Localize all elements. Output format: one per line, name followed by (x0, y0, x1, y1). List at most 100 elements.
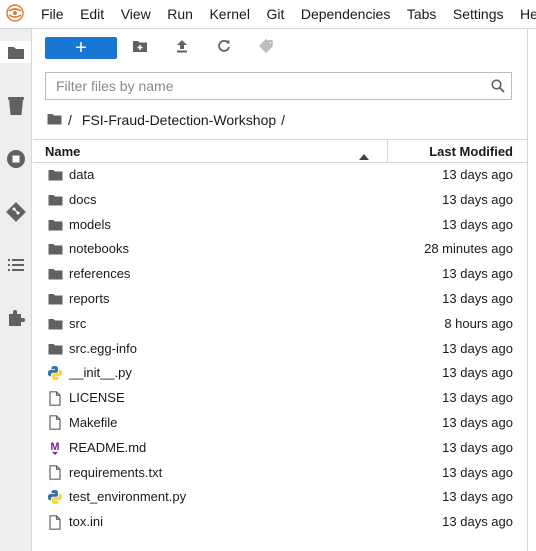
menu-bar: File Edit View Run Kernel Git Dependencies Tabs… (0, 0, 536, 29)
stop-icon (6, 149, 26, 169)
file-name: src (69, 315, 87, 331)
folder-icon (47, 291, 63, 307)
file-name: models (69, 216, 111, 232)
toc-icon (7, 257, 25, 273)
breadcrumb-trailing-separator: / (281, 112, 286, 128)
git-tab[interactable] (5, 201, 27, 223)
file-row[interactable]: Makefile 13 days ago (33, 411, 527, 436)
running-tab[interactable] (5, 95, 27, 117)
file-name: docs (69, 191, 97, 207)
file-name: src.egg-info (69, 340, 137, 356)
refresh-icon (217, 39, 231, 58)
file-icon (47, 415, 63, 431)
file-row[interactable]: models 13 days ago (33, 213, 527, 238)
toc-tab[interactable] (5, 254, 27, 276)
file-row[interactable]: reports 13 days ago (33, 287, 527, 312)
file-name: data (69, 167, 95, 182)
file-last-modified: 13 days ago (442, 290, 513, 306)
column-divider[interactable] (387, 140, 388, 162)
file-last-modified: 13 days ago (442, 167, 513, 182)
git-clone-icon (258, 38, 274, 59)
file-row[interactable]: references 13 days ago (33, 262, 527, 287)
activity-bar (0, 29, 32, 551)
sort-ascending-icon[interactable] (359, 148, 369, 163)
folder-icon (47, 266, 63, 282)
file-name: reports (69, 290, 110, 306)
file-name: references (69, 266, 131, 282)
filter-files-input[interactable] (56, 77, 476, 95)
file-name: test_environment.py (69, 489, 187, 505)
breadcrumb: / FSI-Fraud-Detection-Workshop / (47, 111, 285, 129)
file-row[interactable]: test_environment.py 13 days ago (33, 485, 527, 510)
file-name: __init__.py (69, 365, 132, 381)
file-last-modified: 13 days ago (442, 266, 513, 282)
file-last-modified: 13 days ago (442, 340, 513, 356)
menu-he[interactable]: He (520, 6, 536, 22)
file-row[interactable]: src 8 hours ago (33, 312, 527, 337)
upload-icon (175, 39, 189, 58)
file-name: requirements.txt (69, 464, 163, 480)
plus-label: + (75, 37, 87, 59)
menu-run[interactable]: Run (167, 6, 193, 22)
home-folder-icon[interactable] (47, 112, 62, 128)
menu-file[interactable]: File (41, 6, 64, 22)
last-modified-column-header[interactable]: Last Modified (429, 144, 513, 159)
file-row[interactable]: __init__.py 13 days ago (33, 361, 527, 386)
jupyter-logo-icon[interactable] (6, 4, 24, 22)
markdown-icon: M (47, 440, 63, 456)
menu-settings[interactable]: Settings (453, 6, 504, 22)
name-column-header[interactable]: Name (45, 144, 80, 159)
file-row[interactable]: requirements.txt 13 days ago (33, 461, 527, 486)
stop-tab[interactable] (5, 148, 27, 170)
extension-tab[interactable] (5, 307, 27, 329)
file-row[interactable]: notebooks 28 minutes ago (33, 237, 527, 262)
file-name: notebooks (69, 241, 129, 257)
file-last-modified: 13 days ago (442, 439, 513, 455)
svg-text:M: M (50, 441, 59, 453)
file-browser-toolbar: + (45, 37, 277, 59)
running-icon (7, 96, 25, 116)
file-browser-tab[interactable] (0, 41, 31, 63)
breadcrumb-root[interactable]: / (68, 112, 72, 128)
folder-icon (47, 341, 63, 357)
menu-edit[interactable]: Edit (80, 6, 104, 22)
file-list-header: Name Last Modified (33, 139, 527, 163)
file-row[interactable]: data 13 days ago (33, 163, 527, 188)
menu-git[interactable]: Git (266, 6, 284, 22)
python-icon (47, 489, 63, 505)
file-icon (47, 465, 63, 481)
file-row[interactable]: docs 13 days ago (33, 188, 527, 213)
new-folder-button[interactable] (129, 37, 151, 59)
file-last-modified: 13 days ago (442, 514, 513, 530)
extension-icon (6, 308, 26, 328)
menu-dependencies[interactable]: Dependencies (301, 6, 391, 22)
file-row[interactable]: tox.ini 13 days ago (33, 510, 527, 535)
breadcrumb-folder[interactable]: FSI-Fraud-Detection-Workshop (82, 112, 276, 128)
file-name: LICENSE (69, 390, 125, 406)
file-name: tox.ini (69, 514, 103, 530)
file-row[interactable]: src.egg-info 13 days ago (33, 337, 527, 362)
menu-tabs[interactable]: Tabs (407, 6, 437, 22)
file-row[interactable]: LICENSE 13 days ago (33, 386, 527, 411)
folder-icon (47, 217, 63, 233)
file-last-modified: 13 days ago (442, 464, 513, 480)
folder-icon (47, 192, 63, 208)
folder-icon (47, 241, 63, 257)
upload-button[interactable] (171, 37, 193, 59)
file-last-modified: 13 days ago (442, 216, 513, 232)
menu-kernel[interactable]: Kernel (209, 6, 249, 22)
python-icon (47, 365, 63, 381)
file-icon (47, 514, 63, 530)
git-icon (6, 202, 26, 222)
file-row[interactable]: M README.md 13 days ago (33, 436, 527, 461)
file-last-modified: 13 days ago (442, 414, 513, 430)
new-launcher-button[interactable]: + (45, 37, 117, 59)
file-icon (47, 390, 63, 406)
git-clone-button[interactable] (255, 37, 277, 59)
search-icon (491, 79, 505, 98)
file-last-modified: 8 hours ago (444, 315, 513, 331)
menu-view[interactable]: View (121, 6, 151, 22)
file-last-modified: 28 minutes ago (424, 241, 513, 257)
right-panel-edge (527, 29, 536, 551)
refresh-button[interactable] (213, 37, 235, 59)
